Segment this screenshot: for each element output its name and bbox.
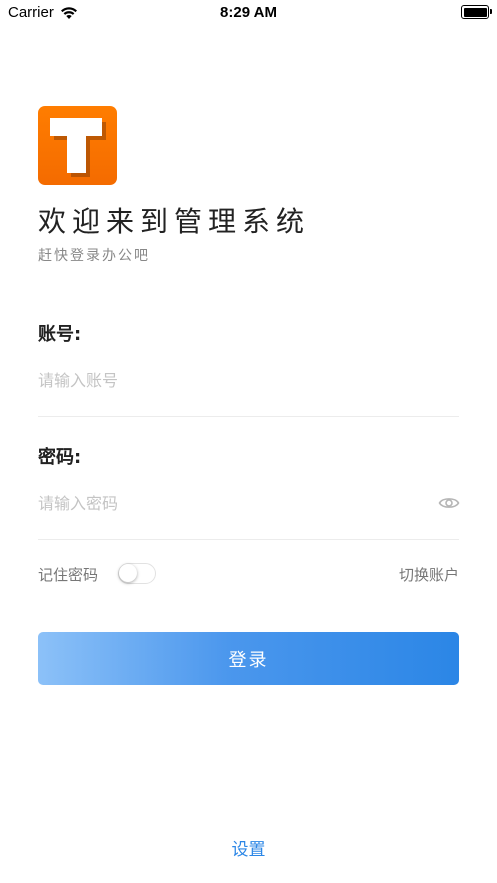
password-input[interactable] <box>38 488 418 518</box>
battery-icon <box>461 5 492 19</box>
account-label: 账号: <box>38 324 82 345</box>
page-title: 欢迎来到管理系统 <box>38 205 311 238</box>
divider <box>38 416 459 417</box>
status-bar: Carrier 8:29 AM <box>0 0 497 26</box>
login-button[interactable]: 登录 <box>38 632 459 685</box>
eye-icon[interactable] <box>438 494 460 512</box>
password-label: 密码: <box>38 447 82 468</box>
remember-password-label: 记住密码 <box>38 566 99 584</box>
switch-account-link[interactable]: 切换账户 <box>399 564 459 585</box>
toggle-knob <box>119 564 137 582</box>
settings-link[interactable]: 设置 <box>0 835 497 860</box>
app-logo <box>38 106 117 185</box>
page-subtitle: 赶快登录办公吧 <box>38 248 150 264</box>
account-input[interactable] <box>38 365 433 395</box>
status-time: 8:29 AM <box>220 4 277 21</box>
divider <box>38 539 459 540</box>
remember-password-toggle[interactable] <box>118 563 156 584</box>
